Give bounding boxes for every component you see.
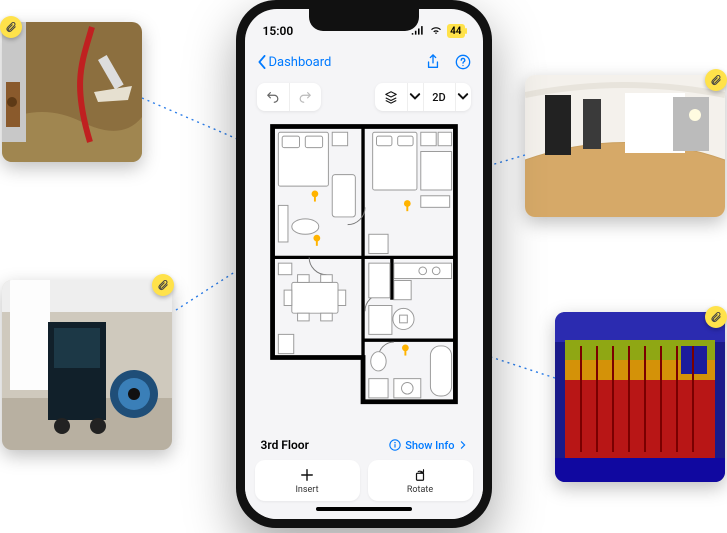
- back-label: Dashboard: [269, 55, 332, 70]
- view-mode-label: 2D: [432, 91, 445, 104]
- thumbnail-360-room[interactable]: [525, 75, 725, 217]
- insert-button[interactable]: Insert: [255, 460, 360, 501]
- nav-bar: Dashboard: [245, 45, 483, 79]
- bottom-panel: 3rd Floor Show Info Insert Rotate: [245, 426, 483, 519]
- insert-label: Insert: [295, 485, 318, 495]
- undo-button[interactable]: [257, 83, 289, 111]
- help-button[interactable]: [455, 54, 471, 70]
- share-button[interactable]: [425, 54, 441, 70]
- show-info-label: Show Info: [405, 439, 454, 452]
- status-time: 15:00: [263, 24, 294, 38]
- paperclip-icon: [152, 274, 174, 296]
- phone-notch: [309, 9, 419, 31]
- paperclip-icon: [705, 306, 727, 328]
- view-mode-chevron[interactable]: [455, 83, 471, 111]
- thumbnail-dehumidifier[interactable]: [2, 280, 172, 450]
- redo-button[interactable]: [289, 83, 321, 111]
- wifi-icon: [429, 24, 443, 38]
- battery-indicator: 44: [447, 24, 464, 38]
- layers-button[interactable]: [375, 83, 407, 111]
- layers-chevron[interactable]: [407, 83, 423, 111]
- show-info-button[interactable]: Show Info: [389, 439, 466, 452]
- floorplan-canvas[interactable]: [245, 113, 483, 421]
- rotate-button[interactable]: Rotate: [368, 460, 473, 501]
- phone-screen: 15:00 44 Dashboard: [245, 9, 483, 519]
- room-360-image: [525, 75, 725, 217]
- rotate-label: Rotate: [407, 485, 433, 495]
- floor-label: 3rd Floor: [261, 438, 309, 452]
- paperclip-icon: [0, 16, 22, 38]
- water-damage-image: [2, 22, 142, 162]
- thermal-image: [555, 312, 725, 482]
- layers-icon: [384, 90, 398, 104]
- info-icon: [389, 439, 401, 451]
- chevron-right-icon: [459, 440, 467, 450]
- undo-icon: [266, 90, 280, 104]
- plus-icon: [299, 468, 315, 482]
- redo-icon: [298, 90, 312, 104]
- dehumidifier-image: [2, 280, 172, 450]
- chevron-left-icon: [257, 55, 267, 69]
- share-icon: [425, 54, 441, 70]
- chevron-down-icon: [408, 90, 422, 104]
- phone-frame: 15:00 44 Dashboard: [236, 0, 492, 528]
- home-indicator[interactable]: [316, 507, 412, 511]
- chevron-down-icon: [456, 90, 470, 104]
- paperclip-icon: [705, 69, 727, 91]
- thumbnail-thermal[interactable]: [555, 312, 725, 482]
- help-icon: [455, 54, 471, 70]
- back-button[interactable]: Dashboard: [257, 55, 332, 70]
- thumbnail-water-damage[interactable]: [2, 22, 142, 162]
- view-mode-button[interactable]: 2D: [423, 83, 455, 111]
- rotate-icon: [412, 468, 428, 482]
